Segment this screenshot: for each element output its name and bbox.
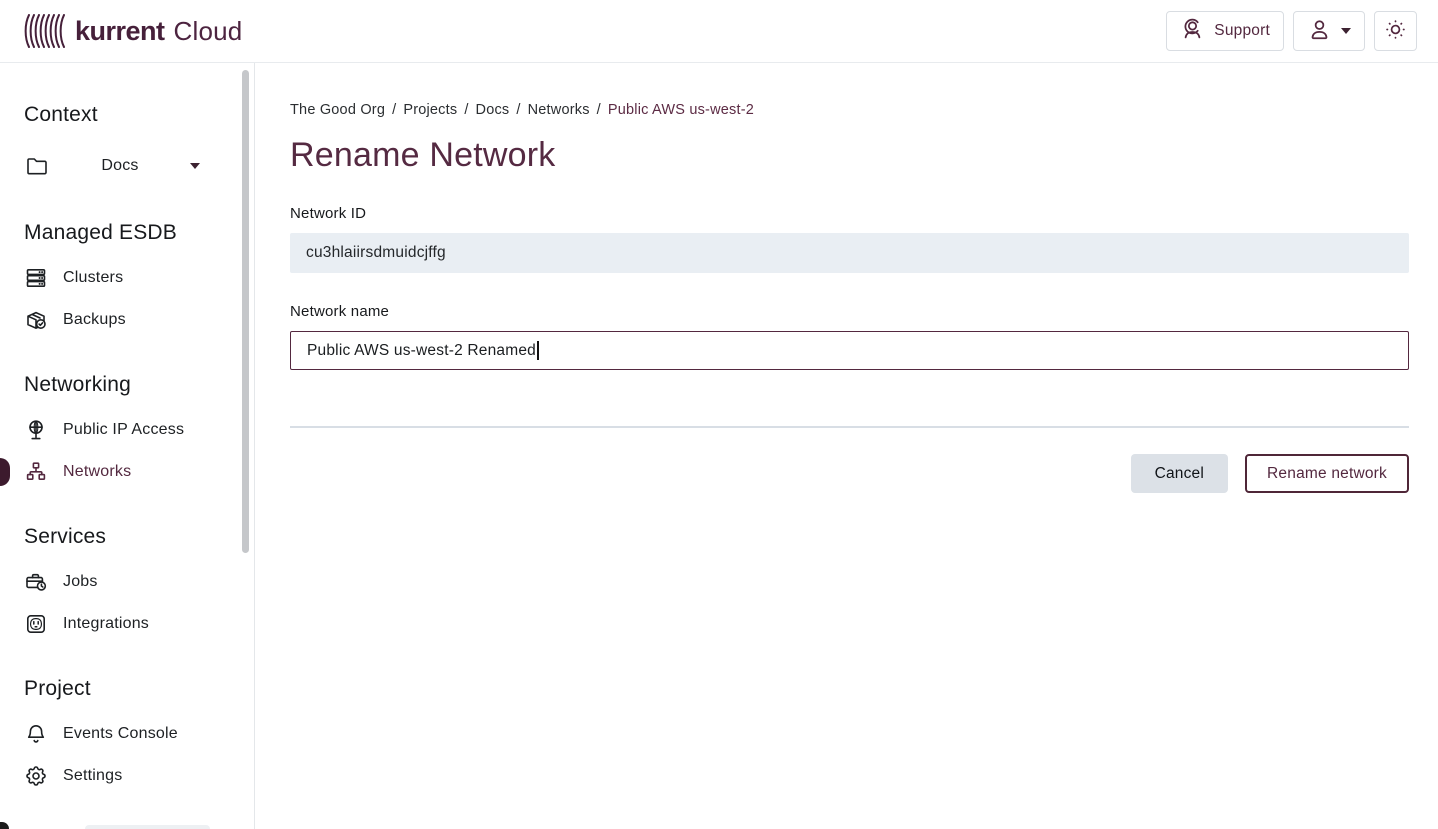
sidebar-bottom-element [85,825,210,829]
sidebar-scrollbar[interactable] [242,70,249,553]
sidebar-item-integrations[interactable]: Integrations [24,603,230,645]
main-content: The Good Org / Projects / Docs / Networks / Publ… [255,63,1438,829]
sidebar-section-project: Project [24,677,254,701]
page-title: Rename Network [290,136,1409,175]
networks-icon [24,460,48,484]
sidebar-item-label: Docs [65,157,175,175]
network-id-field: cu3hlaiirsdmuidcjffg [290,233,1409,273]
backups-icon [24,308,48,332]
sidebar-item-label: Settings [63,767,122,785]
events-console-icon [24,722,48,746]
settings-icon [24,764,48,788]
network-name-label: Network name [290,303,1409,320]
sidebar-item-events-console[interactable]: Events Console [24,713,230,755]
jobs-icon [24,570,48,594]
kurrent-cloud-logo[interactable]: kurrent Cloud [24,14,242,48]
clusters-icon [24,266,48,290]
sidebar-item-settings[interactable]: Settings [24,755,230,797]
breadcrumb: The Good Org / Projects / Docs / Networks / Publ… [290,102,1409,118]
breadcrumb-separator: / [597,102,601,118]
sidebar-item-label: Jobs [63,573,98,591]
theme-toggle-button[interactable] [1374,11,1417,51]
support-button[interactable]: Support [1166,11,1284,51]
form-actions: Cancel Rename network [290,454,1409,493]
sidebar-item-label: Public IP Access [63,421,184,439]
sidebar-section-services: Services [24,525,254,549]
breadcrumb-link-networks[interactable]: Networks [528,102,590,118]
network-id-value: cu3hlaiirsdmuidcjffg [306,244,446,262]
kurrent-wave-icon [24,14,66,48]
sidebar-section-context: Context [24,103,254,127]
sidebar-item-label: Clusters [63,269,123,287]
user-icon [1307,17,1332,45]
cancel-button[interactable]: Cancel [1131,454,1228,493]
sidebar-section-networking: Networking [24,373,254,397]
chevron-down-icon [190,163,200,169]
sidebar-item-clusters[interactable]: Clusters [24,257,230,299]
active-indicator [0,458,10,486]
header-actions: Support [1166,11,1417,51]
sidebar-section-managed-esdb: Managed ESDB [24,221,254,245]
network-name-value: Public AWS us-west-2 Renamed [307,342,536,360]
sidebar-item-label: Backups [63,311,126,329]
chevron-down-icon [1341,28,1351,34]
sidebar-item-label: Events Console [63,725,178,743]
user-menu-button[interactable] [1293,11,1365,51]
breadcrumb-separator: / [464,102,468,118]
breadcrumb-link-the-good-org[interactable]: The Good Org [290,102,385,118]
partial-cutoff-icon [0,822,9,829]
rename-network-button[interactable]: Rename network [1245,454,1409,493]
sidebar-item-docs[interactable]: Docs [24,143,230,189]
text-cursor [537,341,539,360]
breadcrumb-link-projects[interactable]: Projects [403,102,457,118]
breadcrumb-separator: / [516,102,520,118]
support-label: Support [1214,22,1270,40]
sidebar-item-backups[interactable]: Backups [24,299,230,341]
sidebar-item-public-ip-access[interactable]: Public IP Access [24,409,230,451]
breadcrumb-separator: / [392,102,396,118]
breadcrumb-link-docs[interactable]: Docs [476,102,510,118]
sidebar-item-label: Networks [63,463,131,481]
brand-suffix: Cloud [174,16,243,47]
sidebar: Context Docs Managed ESDB Clusters Backups Ne… [0,63,255,829]
public-ip-icon [24,418,48,442]
network-id-label: Network ID [290,205,1409,222]
sidebar-item-label: Integrations [63,615,149,633]
folder-icon [24,153,50,179]
integrations-icon [24,612,48,636]
sidebar-item-networks[interactable]: Networks [24,451,230,493]
sidebar-item-jobs[interactable]: Jobs [24,561,230,603]
brand-name: kurrent [75,16,165,47]
network-name-input[interactable]: Public AWS us-west-2 Renamed [290,331,1409,370]
sun-theme-icon [1384,18,1407,44]
app-header: kurrent Cloud Support [0,0,1438,63]
support-headset-icon [1180,17,1205,45]
form-divider [290,426,1409,428]
breadcrumb-current: Public AWS us-west-2 [608,102,754,118]
